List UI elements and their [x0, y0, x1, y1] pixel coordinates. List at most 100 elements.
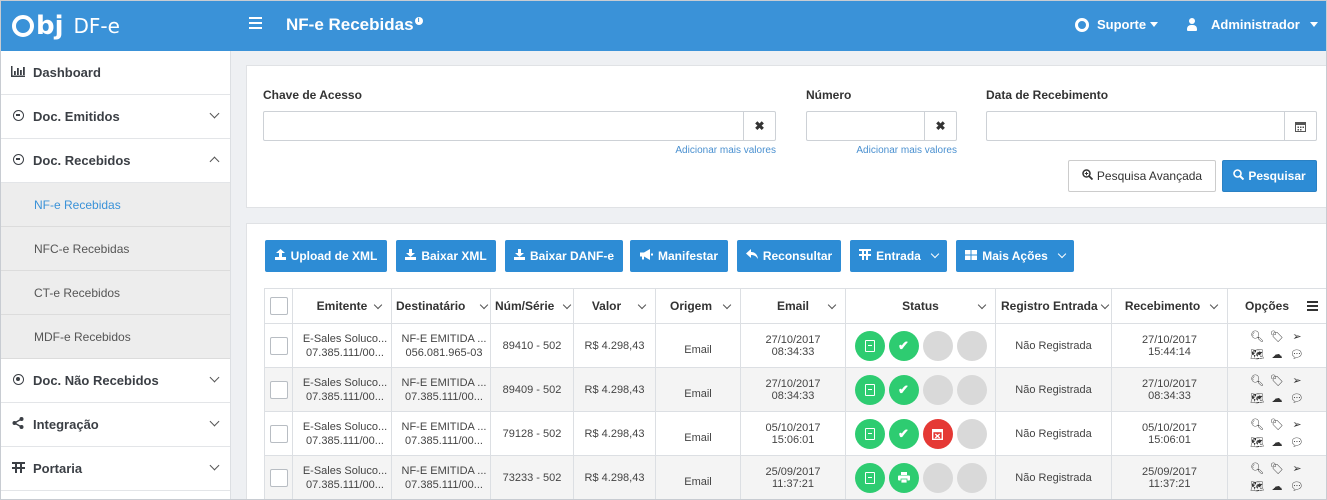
page-title: NF-e Recebidas i: [286, 15, 423, 35]
support-menu[interactable]: Suporte: [1075, 17, 1159, 32]
comment-icon[interactable]: 💬︎: [1287, 392, 1307, 406]
table-row[interactable]: E-Sales Soluco... 07.385.111/00... NF-E E…: [264, 367, 1326, 412]
cloud-download-icon[interactable]: ☁: [1267, 436, 1287, 450]
sidebar-subitem-nfe-recebidas[interactable]: NF-e Recebidas: [1, 183, 230, 227]
add-more-values-link[interactable]: Adicionar mais valores: [627, 145, 776, 156]
sidebar-item-integracao[interactable]: Integração: [1, 403, 230, 447]
comment-icon[interactable]: 💬︎: [1287, 348, 1307, 362]
data-recebimento-label: Data de Recebimento: [986, 88, 1109, 102]
user-menu[interactable]: Administrador: [1187, 17, 1318, 32]
tag-icon[interactable]: 🏷︎: [1267, 418, 1287, 432]
grid-icon: [965, 249, 978, 263]
table-row[interactable]: E-Sales Soluco... 07.385.111/00... NF-E E…: [264, 455, 1326, 499]
document-status-icon[interactable]: [854, 330, 885, 361]
document-status-icon[interactable]: [854, 374, 885, 405]
baixar-xml-button[interactable]: Baixar XML: [396, 240, 496, 272]
comment-icon[interactable]: 💬︎: [1287, 480, 1307, 494]
calendar-icon[interactable]: [1284, 112, 1316, 140]
tag-icon[interactable]: 🏷︎: [1267, 462, 1287, 476]
hamburger-menu-icon[interactable]: [249, 17, 263, 33]
send-icon[interactable]: ➢: [1287, 462, 1307, 476]
check-status-icon[interactable]: ✔: [888, 330, 919, 361]
map-icon[interactable]: 🗺︎: [1247, 480, 1267, 494]
map-icon[interactable]: 🗺︎: [1247, 348, 1267, 362]
chevron-down-icon: [1100, 300, 1110, 310]
menu-icon[interactable]: [1307, 301, 1318, 313]
gate-icon: [11, 461, 25, 476]
col-emitente[interactable]: Emitente: [292, 288, 392, 324]
cloud-download-icon[interactable]: ☁: [1267, 392, 1287, 406]
advanced-search-button[interactable]: Pesquisa Avançada: [1068, 160, 1216, 192]
table-row[interactable]: E-Sales Soluco... 07.385.111/00... NF-E E…: [264, 411, 1326, 456]
select-all-cell[interactable]: [264, 288, 293, 324]
valor-cell: R$ 4.298,43: [573, 367, 656, 412]
opcoes-cell: 🔍︎ 🏷︎ ➢ 🗺︎ ☁ 💬︎: [1227, 323, 1326, 368]
sidebar-item-doc-recebidos[interactable]: Doc. Recebidos: [1, 139, 230, 183]
info-icon[interactable]: i: [414, 17, 423, 25]
col-registro-entrada[interactable]: Registro Entrada: [995, 288, 1112, 324]
manifestar-button[interactable]: Manifestar: [630, 240, 728, 272]
col-num-serie[interactable]: Núm/Série: [490, 288, 574, 324]
email-cell: 27/10/2017 08:34:33: [740, 367, 846, 412]
send-icon[interactable]: ➢: [1287, 330, 1307, 344]
chave-input[interactable]: ✖: [263, 111, 776, 141]
col-origem[interactable]: Origem: [655, 288, 741, 324]
search-icon[interactable]: 🔍︎: [1247, 462, 1267, 476]
check-status-icon[interactable]: ✔: [888, 374, 919, 405]
col-email[interactable]: Email: [740, 288, 846, 324]
sidebar-item-doc-nao-recebidos[interactable]: Doc. Não Recebidos: [1, 359, 230, 403]
clear-icon[interactable]: ✖: [924, 112, 956, 140]
sidebar-subitem-mdfe-recebidos[interactable]: MDF-e Recebidos: [1, 315, 230, 359]
upload-xml-button[interactable]: Upload de XML: [265, 240, 387, 272]
user-icon: [1187, 18, 1197, 31]
col-recebimento[interactable]: Recebimento: [1111, 288, 1228, 324]
entrada-dropdown[interactable]: Entrada: [850, 240, 947, 272]
data-recebimento-input[interactable]: [986, 111, 1317, 141]
sidebar-subitem-nfce-recebidas[interactable]: NFC-e Recebidas: [1, 227, 230, 271]
row-checkbox[interactable]: [269, 468, 288, 487]
search-icon[interactable]: 🔍︎: [1247, 330, 1267, 344]
search-button[interactable]: Pesquisar: [1222, 160, 1317, 192]
mais-acoes-dropdown[interactable]: Mais Ações: [956, 240, 1074, 272]
table-row[interactable]: E-Sales Soluco... 07.385.111/00... NF-E E…: [264, 323, 1326, 368]
check-status-icon[interactable]: ✔: [888, 418, 919, 449]
comment-icon[interactable]: 💬︎: [1287, 436, 1307, 450]
search-icon[interactable]: 🔍︎: [1247, 418, 1267, 432]
registro-entrada-cell: Não Registrada: [995, 367, 1112, 412]
sidebar-item-doc-emitidos[interactable]: Doc. Emitidos: [1, 95, 230, 139]
row-checkbox[interactable]: [269, 380, 288, 399]
send-icon[interactable]: ➢: [1287, 418, 1307, 432]
cloud-download-icon[interactable]: ☁: [1267, 480, 1287, 494]
chevron-down-icon: [209, 460, 220, 471]
tag-icon[interactable]: 🏷︎: [1267, 374, 1287, 388]
sidebar-subitem-cte-recebidos[interactable]: CT-e Recebidos: [1, 271, 230, 315]
row-checkbox[interactable]: [269, 336, 288, 355]
map-icon[interactable]: 🗺︎: [1247, 392, 1267, 406]
cloud-download-icon[interactable]: ☁: [1267, 348, 1287, 362]
sidebar-item-portaria[interactable]: Portaria: [1, 447, 230, 491]
calendar-cancel-status-icon[interactable]: [922, 418, 953, 449]
arrow-circle-right-icon: [11, 109, 25, 124]
send-icon[interactable]: ➢: [1287, 374, 1307, 388]
map-icon[interactable]: 🗺︎: [1247, 436, 1267, 450]
valor-cell: R$ 4.298,43: [573, 411, 656, 456]
tag-icon[interactable]: 🏷︎: [1267, 330, 1287, 344]
col-valor[interactable]: Valor: [573, 288, 656, 324]
sidebar-item-dashboard[interactable]: Dashboard: [1, 51, 230, 95]
table-header-row: Emitente Destinatário Núm/Série Valor Or…: [264, 288, 1326, 324]
brand-logo[interactable]: objbj DF-e: [1, 1, 231, 51]
select-all-checkbox[interactable]: [269, 297, 288, 315]
numero-input[interactable]: ✖: [806, 111, 957, 141]
document-status-icon[interactable]: [854, 462, 885, 493]
reconsultar-button[interactable]: Reconsultar: [737, 240, 841, 272]
print-status-icon[interactable]: [888, 462, 919, 493]
document-status-icon[interactable]: [854, 418, 885, 449]
nfe-table: Emitente Destinatário Núm/Série Valor Or…: [264, 288, 1326, 499]
col-destinatario[interactable]: Destinatário: [391, 288, 491, 324]
row-checkbox[interactable]: [269, 424, 288, 443]
clear-icon[interactable]: ✖: [743, 112, 775, 140]
baixar-danfe-button[interactable]: Baixar DANF-e: [505, 240, 623, 272]
search-icon[interactable]: 🔍︎: [1247, 374, 1267, 388]
add-more-values-link[interactable]: Adicionar mais valores: [807, 145, 957, 156]
col-status[interactable]: Status: [845, 288, 996, 324]
